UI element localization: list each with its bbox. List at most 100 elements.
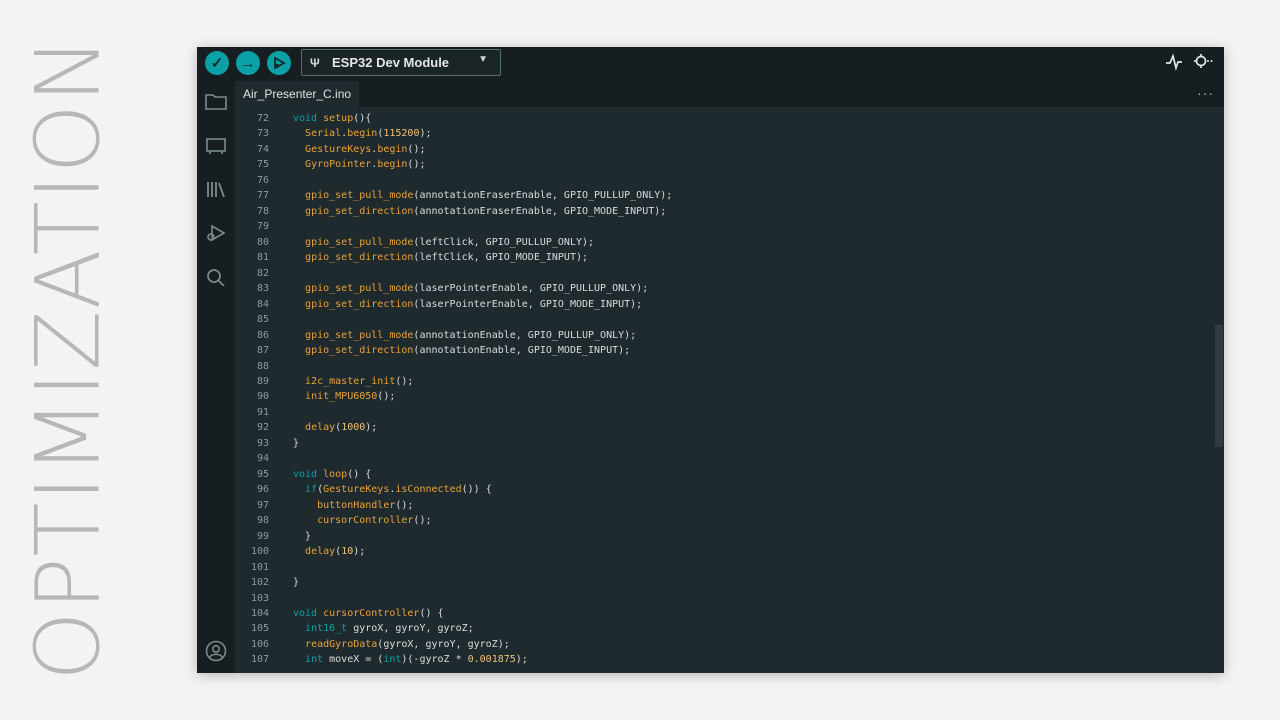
code-text: int16_t gyroX, gyroY, gyroZ; [293,621,474,636]
line-number: 95 [256,468,269,480]
search-icon[interactable] [203,265,229,289]
code-token: void [293,608,324,619]
code-token: buttonHandler [317,499,396,511]
line-number: 85 [256,314,269,326]
activity-sidebar [197,81,235,673]
code-text: void cursorController() { [293,606,444,621]
code-token: init_MPU6050 [305,391,378,403]
code-token: GyroPointer [305,159,372,171]
code-text: gpio_set_direction(laserPointerEnable, G… [293,297,642,312]
debug-button[interactable] [267,51,291,75]
line-number: 103 [250,592,269,604]
code-token: if [305,484,318,496]
code-token: 0.001875 [467,654,516,666]
scrollbar-thumb[interactable] [1215,325,1223,447]
line-number: 78 [256,205,269,217]
code-line: 90 init_MPU6050(); [235,389,1224,404]
code-token: (laserPointerEnable, GPIO_MODE_INPUT); [413,298,643,310]
code-token: 10 [341,546,354,558]
magnifier-dots-icon[interactable] [1193,53,1215,71]
line-number: 83 [256,283,269,295]
code-token: 115200 [383,128,420,140]
account-icon[interactable] [203,639,229,663]
tab-sketch-file[interactable]: Air_Presenter_C.ino [235,81,360,108]
code-token: () { [419,608,444,619]
code-line: 84 gpio_set_direction(laserPointerEnable… [235,297,1224,312]
board-name: ESP32 Dev Module [332,55,450,70]
code-line: 103 [235,591,1224,606]
code-text: Serial.begin(115200); [293,126,431,141]
folder-icon[interactable] [203,89,229,113]
code-token: (leftClick, GPIO_PULLUP_ONLY); [413,236,595,248]
more-options-icon[interactable]: ··· [1197,85,1214,101]
code-token: (annotationEraserEnable, GPIO_MODE_INPUT… [413,205,667,217]
code-token: void [293,468,324,480]
line-number: 97 [256,499,269,511]
code-token: gpio_set_pull_mode [305,283,414,295]
code-token: cursorController [323,608,420,619]
code-line: 91 [235,405,1224,420]
code-editor[interactable]: 72 void setup(){73 Serial.begin(115200); 7… [235,107,1224,673]
code-token: (); [377,391,396,403]
code-token: Serial [305,128,342,140]
code-token: ); [353,546,366,558]
code-line: 82 [235,266,1224,281]
line-number: 81 [256,252,269,264]
board-manager-icon[interactable] [203,133,229,157]
line-number: 73 [256,128,269,140]
ide-window: ✓ → Ψ ESP32 Dev Module ▼ Air_Presenter_C… [197,47,1224,673]
arrow-right-icon: → [240,54,256,72]
pulse-icon[interactable] [1165,53,1183,71]
code-token: int [383,654,402,666]
code-text: GyroPointer.begin(); [293,157,425,172]
code-token: (); [395,375,414,387]
code-line: 78 gpio_set_direction(annotationEraserEn… [235,204,1224,219]
code-token: gpio_set_direction [305,298,414,310]
library-icon[interactable] [203,177,229,201]
line-number: 72 [256,113,269,124]
code-line: 72 void setup(){ [235,111,1224,126]
code-text: gpio_set_direction(annotationEnable, GPI… [293,343,630,358]
debug-sidebar-icon[interactable] [203,221,229,245]
chevron-down-icon: ▼ [478,54,488,65]
code-token: gpio_set_pull_mode [305,190,414,202]
editor-scrollbar[interactable] [1214,107,1224,673]
code-token: int16_t [305,623,348,635]
code-line: 85 [235,312,1224,327]
upload-button[interactable]: → [236,51,260,75]
line-number: 76 [256,174,269,186]
code-text: delay(1000); [293,420,377,435]
code-token: gpio_set_pull_mode [305,236,414,248]
line-number: 82 [256,267,269,279]
board-selector[interactable]: Ψ ESP32 Dev Module ▼ [301,49,501,76]
code-line: 99 } [235,529,1224,544]
code-token: void [293,113,324,124]
side-title: OPTIMIZATION [17,36,120,680]
code-token: (annotationEraserEnable, GPIO_PULLUP_ONL… [413,190,673,202]
code-line: 79 [235,219,1224,234]
code-line: 98 cursorController(); [235,513,1224,528]
code-text: if(GestureKeys.isConnected()) { [293,482,492,497]
code-text: } [293,436,299,451]
code-token: (); [407,143,426,155]
line-number: 80 [256,236,269,248]
code-text: cursorController(); [293,513,431,528]
code-token: GestureKeys [323,484,390,496]
code-token: } [293,437,300,449]
line-number: 79 [256,221,269,233]
line-number: 90 [256,391,269,403]
verify-button[interactable]: ✓ [205,51,229,75]
line-number: 87 [256,345,269,357]
code-line: 101 [235,560,1224,575]
code-line: 106 readGyroData(gyroX, gyroY, gyroZ); [235,637,1224,652]
line-number: 100 [250,546,269,558]
code-text: int moveX = (int)(-gyroZ * 0.001875); [293,652,528,667]
